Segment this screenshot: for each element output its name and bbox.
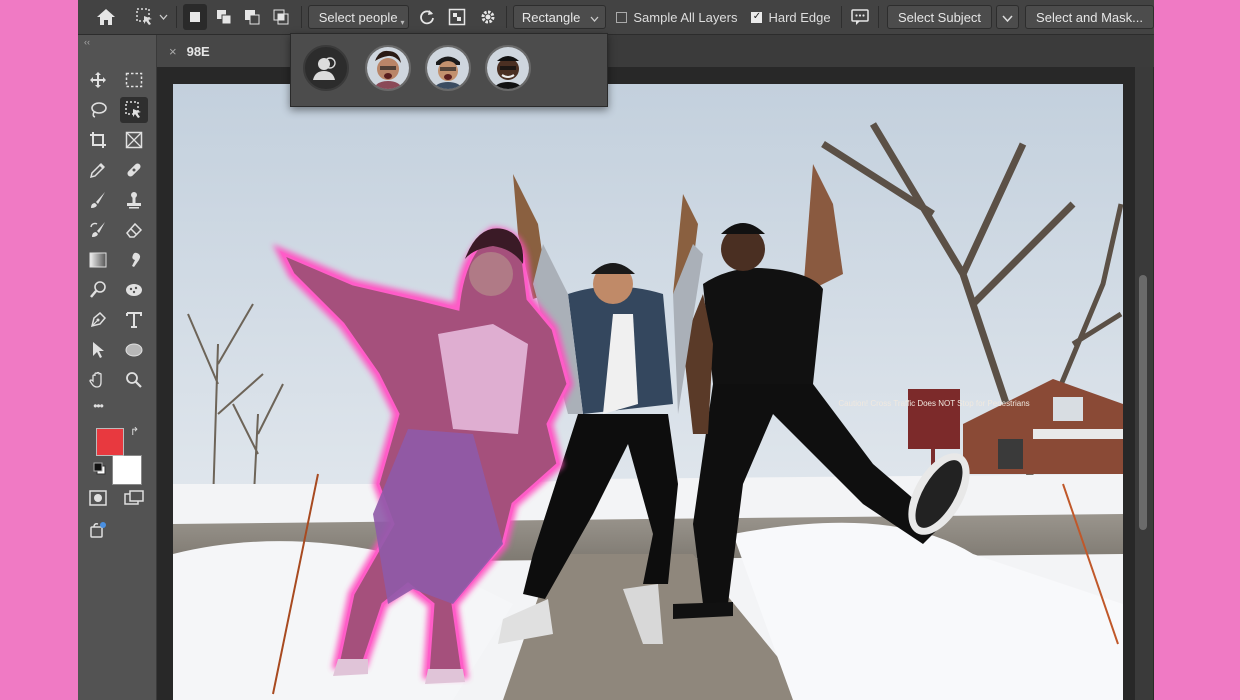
frame-tool-icon[interactable] <box>120 127 148 153</box>
select-subject-button[interactable]: Select Subject <box>886 5 993 29</box>
swap-colors-icon[interactable]: ↱ <box>130 425 139 438</box>
share-icon[interactable] <box>84 517 112 543</box>
move-tool-icon[interactable] <box>84 67 112 93</box>
chevron-down-icon[interactable] <box>157 4 170 30</box>
hard-edge-label: Hard Edge <box>768 9 831 25</box>
select-people-popover <box>290 33 608 107</box>
smudge-tool-icon[interactable] <box>120 247 148 273</box>
document-canvas[interactable]: Caution! Cross Traffic Does NOT Stop for… <box>173 84 1123 700</box>
object-finder-options-icon[interactable] <box>445 4 469 30</box>
select-and-mask-label: Select and Mask... <box>1036 9 1143 25</box>
dodge-tool-icon[interactable] <box>84 277 112 303</box>
add-to-selection-icon[interactable] <box>211 4 235 30</box>
object-selection-tool-preset-icon[interactable] <box>132 4 156 30</box>
object-selection-tool-icon[interactable] <box>120 97 148 123</box>
refresh-icon[interactable] <box>415 4 439 30</box>
lasso-tool-icon[interactable] <box>84 97 112 123</box>
brush-tool-icon[interactable] <box>84 187 112 213</box>
select-subject-options-button[interactable] <box>996 5 1020 29</box>
subtract-from-selection-icon[interactable] <box>240 4 264 30</box>
pen-tool-icon[interactable] <box>84 307 112 333</box>
path-selection-tool-icon[interactable] <box>84 337 112 363</box>
more-tools-icon[interactable]: ••• <box>84 393 112 419</box>
gradient-tool-icon[interactable] <box>84 247 112 273</box>
mode-dropdown[interactable]: Rectangle <box>512 5 607 29</box>
select-people-label: Select people <box>318 9 398 25</box>
zoom-tool-icon[interactable] <box>120 367 148 393</box>
checkbox-checked-icon: ✓ <box>751 11 763 23</box>
chevron-down-icon <box>590 10 599 25</box>
clone-stamp-tool-icon[interactable] <box>120 187 148 213</box>
history-brush-tool-icon[interactable] <box>84 217 112 243</box>
sponge-tool-icon[interactable] <box>120 277 148 303</box>
close-icon[interactable]: × <box>169 44 177 59</box>
hand-tool-icon[interactable] <box>84 367 112 393</box>
dropdown-caret-icon: ▾ <box>400 18 405 27</box>
screen-mode-icon[interactable] <box>120 485 148 511</box>
foreground-color-swatch[interactable] <box>96 428 124 456</box>
divider <box>505 6 507 28</box>
tools-panel: ‹‹ ••• ↱ <box>78 35 157 700</box>
all-people-icon[interactable] <box>303 45 349 91</box>
new-selection-icon[interactable] <box>183 4 208 30</box>
vertical-scrollbar[interactable] <box>1135 67 1153 700</box>
person-face-thumbnail[interactable] <box>425 45 471 91</box>
home-icon[interactable] <box>94 4 118 30</box>
hard-edge-checkbox[interactable]: ✓ Hard Edge <box>751 9 831 25</box>
mode-dropdown-value: Rectangle <box>521 9 581 25</box>
quick-mask-icon[interactable] <box>84 485 112 511</box>
default-colors-icon[interactable] <box>93 462 107 481</box>
divider <box>840 6 842 28</box>
sample-all-layers-label: Sample All Layers <box>633 9 738 25</box>
person-face-thumbnail[interactable] <box>485 45 531 91</box>
rectangular-marquee-tool-icon[interactable] <box>120 67 148 93</box>
eraser-tool-icon[interactable] <box>120 217 148 243</box>
gear-icon[interactable] <box>475 4 499 30</box>
scrollbar-thumb[interactable] <box>1139 275 1147 530</box>
divider <box>878 6 879 28</box>
select-and-mask-button[interactable]: Select and Mask... <box>1025 5 1154 29</box>
caution-sign-text: Caution! Cross Traffic Does NOT Stop for… <box>838 399 1029 408</box>
type-tool-icon[interactable] <box>120 307 148 333</box>
crop-tool-icon[interactable] <box>84 127 112 153</box>
photoshop-window: Select people ▾ Rectangle Sample All Lay… <box>78 0 1154 700</box>
eyedropper-tool-icon[interactable] <box>84 157 112 183</box>
checkbox-box <box>616 11 628 23</box>
select-subject-label: Select Subject <box>897 9 982 25</box>
intersect-selection-icon[interactable] <box>268 4 292 30</box>
sample-all-layers-checkbox[interactable]: Sample All Layers <box>616 10 737 25</box>
divider <box>176 6 178 28</box>
ellipse-tool-icon[interactable] <box>120 337 148 363</box>
healing-brush-tool-icon[interactable] <box>120 157 148 183</box>
divider <box>300 6 302 28</box>
collapse-panel-icon[interactable]: ‹‹ <box>84 37 90 47</box>
chevron-down-icon <box>1002 10 1013 25</box>
document-tab[interactable]: × 98E <box>157 35 307 67</box>
document-tab-title: 98E <box>186 43 210 59</box>
background-color-swatch[interactable] <box>112 455 142 485</box>
options-bar: Select people ▾ Rectangle Sample All Lay… <box>78 0 1154 35</box>
select-people-button[interactable]: Select people ▾ <box>307 5 409 29</box>
speech-bubble-icon[interactable] <box>848 4 872 30</box>
person-face-thumbnail[interactable] <box>365 45 411 91</box>
